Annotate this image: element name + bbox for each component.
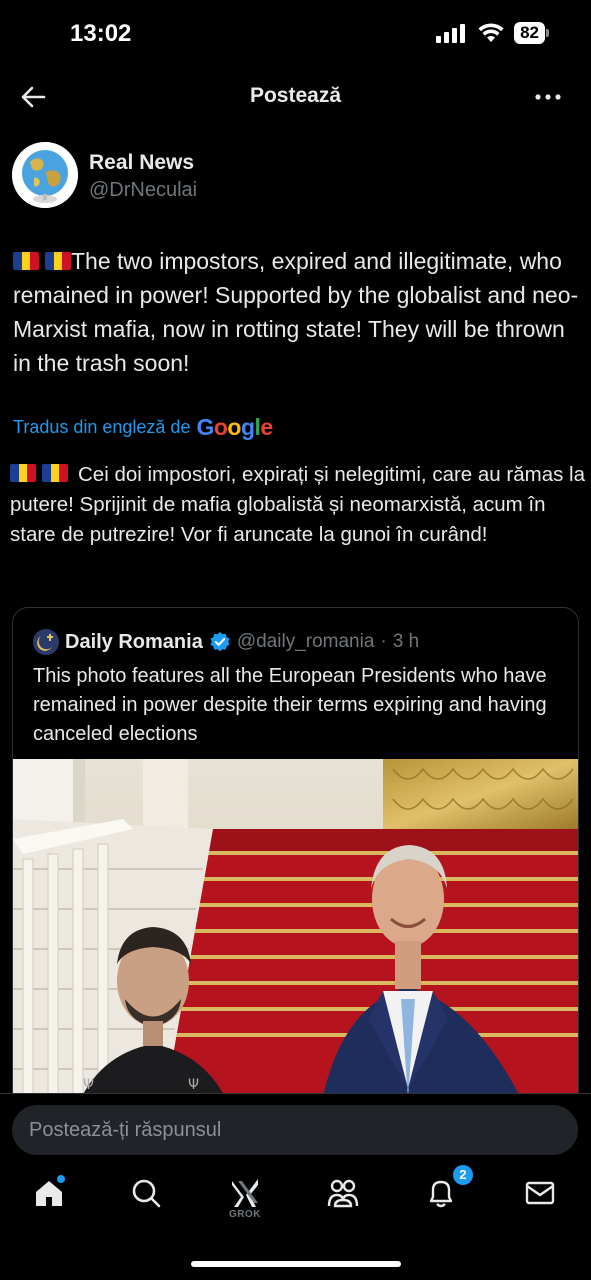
nav-messages[interactable] (522, 1177, 558, 1217)
nav-communities[interactable] (325, 1177, 361, 1217)
quoted-post-text: This photo features all the European Pre… (33, 665, 547, 745)
nav-search[interactable] (128, 1177, 164, 1217)
battery-level: 82 (514, 22, 545, 44)
romania-flag-icon (10, 464, 36, 482)
grok-label: GROK (229, 1209, 261, 1220)
notifications-badge: 2 (453, 1165, 473, 1185)
wifi-icon (478, 23, 504, 42)
mail-icon (525, 1181, 555, 1205)
verified-badge-icon (210, 632, 230, 652)
translated-text-content: Cei doi impostori, expirați și nelegitim… (10, 463, 586, 546)
battery-tip (546, 29, 549, 37)
post-author[interactable]: Real News @DrNeculai (12, 142, 572, 212)
translated-text: Cei doi impostori, expirați și nelegitim… (10, 460, 585, 550)
grok-icon (232, 1179, 258, 1207)
home-indicator (191, 1261, 401, 1267)
page-title: Postează (249, 84, 342, 107)
communities-icon (327, 1179, 359, 1208)
avatar[interactable] (12, 142, 78, 208)
nav-home[interactable] (31, 1175, 67, 1217)
home-notification-dot (57, 1175, 65, 1183)
nav-grok[interactable]: GROK (227, 1177, 263, 1220)
translated-by-label: Tradus din engleză de (13, 417, 191, 437)
post-text-content: The two impostors, expired and illegitim… (13, 248, 579, 376)
cellular-signal-icon (436, 24, 466, 43)
more-options-button[interactable] (533, 82, 563, 112)
quoted-post[interactable]: Daily Romania @daily_romania · 3 h This … (12, 607, 579, 1167)
post-header: Postează (0, 70, 591, 124)
quoted-author-name: Daily Romania (65, 630, 203, 653)
translated-by[interactable]: Tradus din engleză de Google (13, 414, 273, 441)
bottom-nav: GROK 2 (0, 1165, 591, 1233)
status-indicators: 82 (436, 22, 549, 44)
author-handle[interactable]: @DrNeculai (89, 179, 197, 202)
svg-text:Ψ: Ψ (83, 1077, 94, 1093)
status-time: 13:02 (70, 20, 132, 47)
romania-flag-icon (13, 252, 39, 270)
google-logo: Google (196, 414, 273, 440)
battery-indicator: 82 (514, 22, 549, 44)
svg-text:Ψ: Ψ (188, 1077, 199, 1093)
author-name[interactable]: Real News (89, 151, 194, 175)
status-bar: 13:02 82 (0, 0, 591, 70)
separator-dot: · (380, 631, 387, 652)
reply-input[interactable]: Postează-ți răspunsul (12, 1105, 578, 1155)
quoted-post-header: Daily Romania @daily_romania · 3 h (33, 628, 562, 656)
globe-avatar-icon (12, 142, 78, 208)
bell-icon (429, 1180, 453, 1208)
quoted-author-handle: @daily_romania (236, 631, 375, 652)
romania-flag-icon (45, 252, 71, 270)
search-icon (132, 1179, 161, 1208)
quoted-avatar (33, 629, 59, 655)
post-text: The two impostors, expired and illegitim… (13, 244, 581, 380)
moon-cross-icon (33, 629, 59, 655)
quoted-timestamp: 3 h (392, 631, 420, 652)
more-horizontal-icon (535, 94, 561, 100)
nav-notifications[interactable]: 2 (423, 1165, 473, 1217)
romania-flag-icon (42, 464, 68, 482)
